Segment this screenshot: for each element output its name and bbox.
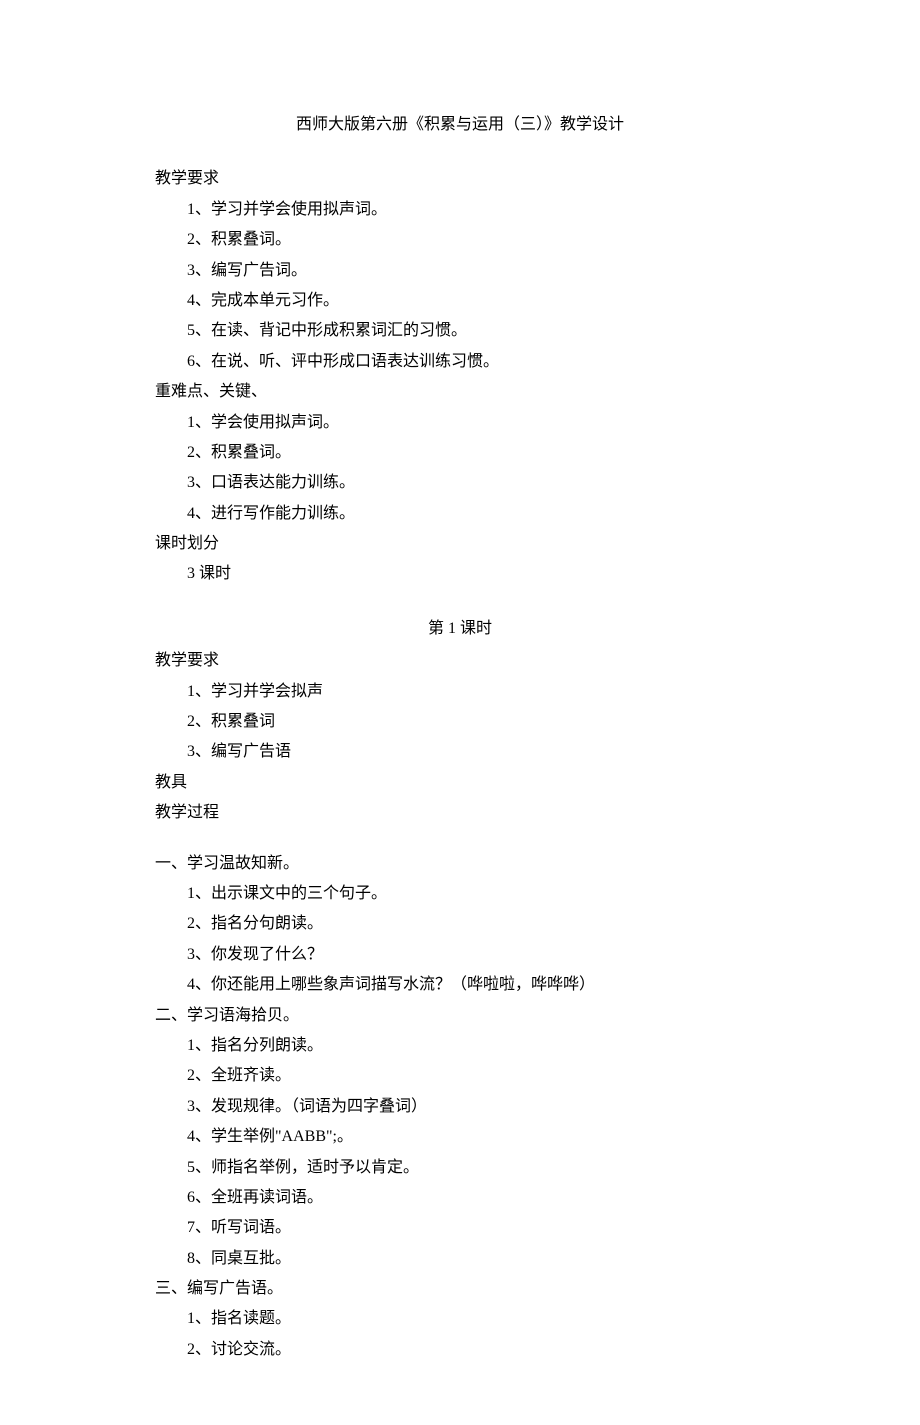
list-item: 2、积累叠词 xyxy=(155,707,765,737)
section-teaching-process: 教学过程 xyxy=(155,798,765,828)
section-teaching-requirements: 教学要求 1、学习并学会使用拟声词。 2、积累叠词。 3、编写广告词。 4、完成… xyxy=(155,164,765,377)
list-item: 8、同桌互批。 xyxy=(155,1244,765,1274)
section-heading: 教具 xyxy=(155,768,765,798)
list-item: 6、全班再读词语。 xyxy=(155,1183,765,1213)
list-item: 2、全班齐读。 xyxy=(155,1061,765,1091)
section-heading: 教学要求 xyxy=(155,164,765,194)
list-item: 2、讨论交流。 xyxy=(155,1335,765,1365)
list-item: 3、口语表达能力训练。 xyxy=(155,468,765,498)
list-item: 4、学生举例"AABB";。 xyxy=(155,1122,765,1152)
section-heading: 课时划分 xyxy=(155,529,765,559)
lesson-subtitle: 第 1 课时 xyxy=(155,614,765,644)
section-heading: 教学过程 xyxy=(155,798,765,828)
list-item: 3、你发现了什么？ xyxy=(155,940,765,970)
list-item: 5、在读、背记中形成积累词汇的习惯。 xyxy=(155,316,765,346)
section-teaching-aids: 教具 xyxy=(155,768,765,798)
section-step-three: 三、编写广告语。 1、指名读题。 2、讨论交流。 xyxy=(155,1274,765,1365)
list-item: 2、积累叠词。 xyxy=(155,225,765,255)
list-item: 4、进行写作能力训练。 xyxy=(155,499,765,529)
section-heading: 重难点、关键、 xyxy=(155,377,765,407)
list-item: 1、学习并学会拟声 xyxy=(155,677,765,707)
list-item: 1、学会使用拟声词。 xyxy=(155,408,765,438)
section-heading: 一、学习温故知新。 xyxy=(155,849,765,879)
section-class-hours: 课时划分 3 课时 xyxy=(155,529,765,590)
list-item: 3 课时 xyxy=(155,559,765,589)
list-item: 2、指名分句朗读。 xyxy=(155,909,765,939)
section-heading: 二、学习语海拾贝。 xyxy=(155,1001,765,1031)
list-item: 3、编写广告语 xyxy=(155,737,765,767)
document-title: 西师大版第六册《积累与运用（三）》教学设计 xyxy=(155,110,765,140)
section-step-one: 一、学习温故知新。 1、出示课文中的三个句子。 2、指名分句朗读。 3、你发现了… xyxy=(155,849,765,1001)
list-item: 4、你还能用上哪些象声词描写水流？（哗啦啦，哗哗哗） xyxy=(155,970,765,1000)
section-step-two: 二、学习语海拾贝。 1、指名分列朗读。 2、全班齐读。 3、发现规律。（词语为四… xyxy=(155,1001,765,1275)
list-item: 1、学习并学会使用拟声词。 xyxy=(155,195,765,225)
list-item: 1、指名读题。 xyxy=(155,1304,765,1334)
section-key-points: 重难点、关键、 1、学会使用拟声词。 2、积累叠词。 3、口语表达能力训练。 4… xyxy=(155,377,765,529)
list-item: 1、出示课文中的三个句子。 xyxy=(155,879,765,909)
list-item: 5、师指名举例，适时予以肯定。 xyxy=(155,1153,765,1183)
spacer xyxy=(155,829,765,849)
section-heading: 三、编写广告语。 xyxy=(155,1274,765,1304)
list-item: 2、积累叠词。 xyxy=(155,438,765,468)
section-heading: 教学要求 xyxy=(155,646,765,676)
section-lesson1-requirements: 教学要求 1、学习并学会拟声 2、积累叠词 3、编写广告语 xyxy=(155,646,765,768)
list-item: 7、听写词语。 xyxy=(155,1213,765,1243)
list-item: 4、完成本单元习作。 xyxy=(155,286,765,316)
list-item: 1、指名分列朗读。 xyxy=(155,1031,765,1061)
list-item: 3、发现规律。（词语为四字叠词） xyxy=(155,1092,765,1122)
list-item: 6、在说、听、评中形成口语表达训练习惯。 xyxy=(155,347,765,377)
list-item: 3、编写广告词。 xyxy=(155,256,765,286)
